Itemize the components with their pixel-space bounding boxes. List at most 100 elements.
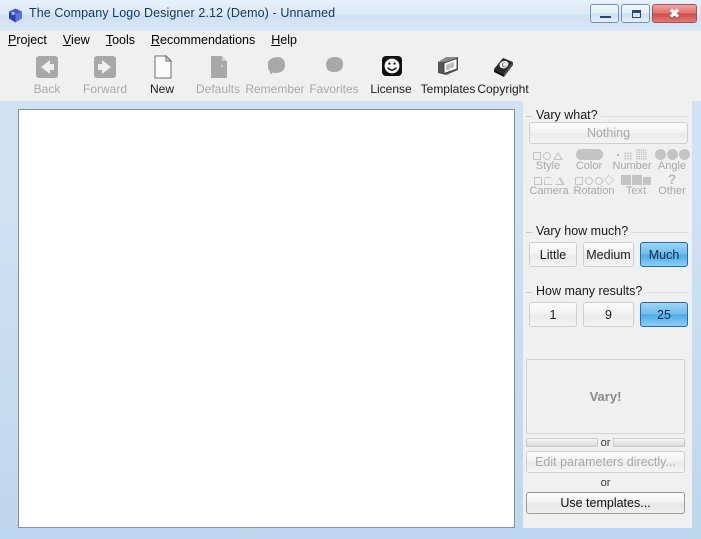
vary-option-style[interactable]: Style xyxy=(528,147,568,172)
application-window: The Company Logo Designer 2.12 (Demo) - … xyxy=(0,0,701,539)
minimize-icon xyxy=(600,16,611,18)
toolbar-label-new: New xyxy=(149,82,174,96)
close-icon: ✖ xyxy=(669,6,680,21)
or-divider-bar-right xyxy=(613,438,685,447)
menu-project[interactable]: Project xyxy=(0,32,55,49)
minimize-button[interactable] xyxy=(590,4,619,23)
vary-how-much-group: Vary how much? Little Medium Much xyxy=(526,224,689,273)
logo-preview-canvas[interactable] xyxy=(18,109,515,528)
menu-view[interactable]: View xyxy=(55,32,98,49)
toolbar-label-license: License xyxy=(370,82,412,96)
toolbar-button-copyright[interactable]: C Copyright xyxy=(472,52,534,99)
vary-what-group: Vary what? Nothing Style Color Number An… xyxy=(526,108,692,197)
how-many-results-group: How many results? 1 9 25 xyxy=(526,284,689,333)
copyright-book-icon: C xyxy=(472,52,534,82)
remember-blob-icon xyxy=(244,52,306,82)
toolbar-label-templates: Templates xyxy=(420,82,476,96)
back-arrow-icon xyxy=(16,52,78,82)
camera-shapes-icon xyxy=(526,172,572,185)
text-blocks-icon xyxy=(616,172,656,185)
or-label-2: or xyxy=(600,477,611,489)
vary-option-camera[interactable]: Camera xyxy=(526,172,572,197)
toolbar-button-back[interactable]: Back xyxy=(16,52,78,99)
menu-recommendations-mnemonic: R xyxy=(151,33,161,47)
toolbar-button-new[interactable]: New xyxy=(131,52,193,99)
vary-option-style-label: Style xyxy=(535,160,561,172)
maximize-icon xyxy=(632,10,641,18)
other-question-icon: ? xyxy=(667,171,677,187)
vary-button-label: Vary! xyxy=(589,389,622,404)
or-divider-bar-left xyxy=(526,438,598,447)
vary-option-text[interactable]: Text xyxy=(616,172,656,197)
maximize-button[interactable] xyxy=(621,4,650,23)
vary-how-much-title: Vary how much? xyxy=(533,224,632,238)
toolbar-label-remember: Remember xyxy=(245,82,305,96)
title-bar: The Company Logo Designer 2.12 (Demo) - … xyxy=(0,0,701,31)
close-button[interactable]: ✖ xyxy=(652,4,697,23)
vary-option-other-label: Other xyxy=(658,185,686,197)
toolbar-label-defaults: Defaults xyxy=(195,82,241,96)
menu-tools-label: ools xyxy=(112,33,135,47)
templates-folder-icon xyxy=(417,52,479,82)
menu-tools[interactable]: Tools xyxy=(98,32,143,49)
toolbar-button-templates[interactable]: Templates xyxy=(417,52,479,99)
smiley-face-icon xyxy=(360,52,422,82)
vary-option-color[interactable]: Color xyxy=(569,147,609,172)
edit-parameters-button[interactable]: Edit parameters directly... xyxy=(526,451,685,473)
divider-left-segment xyxy=(526,116,531,117)
menu-help-mnemonic: H xyxy=(271,33,281,47)
vary-option-color-label: Color xyxy=(575,160,603,172)
results-count-9-button[interactable]: 9 xyxy=(583,302,634,327)
toolbar-button-forward[interactable]: Forward xyxy=(74,52,136,99)
vary-amount-medium-button[interactable]: Medium xyxy=(583,242,634,267)
vary-option-rotation[interactable]: Rotation xyxy=(570,172,618,197)
menu-recommendations[interactable]: Recommendations xyxy=(143,32,263,49)
menu-view-mnemonic: V xyxy=(62,33,72,47)
vary-option-angle[interactable]: Angle xyxy=(652,147,692,172)
style-shapes-icon xyxy=(528,147,568,160)
menu-recommendations-label: ecommendations xyxy=(160,33,256,47)
use-templates-button[interactable]: Use templates... xyxy=(526,492,685,514)
rotation-shapes-icon xyxy=(570,172,618,186)
vary-button[interactable]: Vary! xyxy=(526,359,685,434)
results-count-25-button[interactable]: 25 xyxy=(640,302,688,327)
or-label-1: or xyxy=(600,436,611,449)
vary-option-camera-label: Camera xyxy=(529,185,569,197)
or-divider-1: or xyxy=(526,436,685,449)
menu-bar: Project View Tools Recommendations Help xyxy=(0,31,701,50)
menu-view-label: iew xyxy=(71,33,90,47)
window-controls: ✖ xyxy=(590,4,697,23)
forward-arrow-icon xyxy=(74,52,136,82)
menu-help[interactable]: Help xyxy=(263,32,305,49)
vary-amount-much-button[interactable]: Much xyxy=(640,242,688,267)
menu-help-label: elp xyxy=(280,33,297,47)
toolbar-button-favorites[interactable]: Favorites xyxy=(303,52,365,99)
menu-project-label: roject xyxy=(16,33,47,47)
toolbar: Back Forward New Defaults Remember Favor… xyxy=(0,50,701,101)
toolbar-button-license[interactable]: License xyxy=(360,52,422,99)
options-sidebar: Vary what? Nothing Style Color Number An… xyxy=(523,101,692,528)
vary-option-other[interactable]: ? Other xyxy=(652,172,692,197)
toolbar-label-copyright: Copyright xyxy=(477,82,529,96)
angle-blobs-icon xyxy=(652,147,692,160)
toolbar-button-defaults[interactable]: Defaults xyxy=(187,52,249,99)
vary-option-number[interactable]: Number xyxy=(610,147,654,172)
vary-option-text-label: Text xyxy=(625,185,647,197)
logo-cube-icon xyxy=(7,7,24,24)
vary-option-number-label: Number xyxy=(612,160,652,172)
vary-what-title: Vary what? xyxy=(533,108,601,122)
toolbar-label-back: Back xyxy=(33,82,61,96)
vary-amount-little-button[interactable]: Little xyxy=(529,242,577,267)
vary-option-rotation-label: Rotation xyxy=(573,185,615,197)
divider-left-segment xyxy=(526,292,531,293)
how-many-results-title: How many results? xyxy=(533,284,646,298)
new-document-icon xyxy=(131,52,193,82)
color-pill-icon xyxy=(569,147,609,160)
toolbar-button-remember[interactable]: Remember xyxy=(244,52,306,99)
toolbar-label-favorites: Favorites xyxy=(309,82,359,96)
toolbar-label-forward: Forward xyxy=(82,82,127,96)
defaults-document-icon xyxy=(187,52,249,82)
results-count-1-button[interactable]: 1 xyxy=(529,302,577,327)
nothing-button[interactable]: Nothing xyxy=(529,122,688,144)
number-dots-icon xyxy=(610,147,654,160)
